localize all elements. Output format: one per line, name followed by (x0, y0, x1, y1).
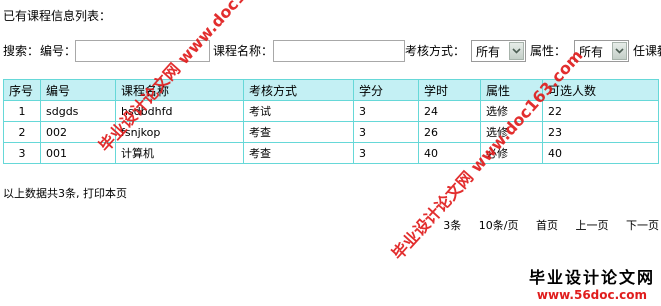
header-hours: 学时 (418, 79, 481, 101)
header-credits: 学分 (353, 79, 419, 101)
header-index: 序号 (3, 79, 41, 101)
watermark-logo-title: 毕业设计论文网 (528, 268, 655, 287)
course-table: 序号 编号 课程名称 考核方式 学分 学时 属性 可选人数 1 sdgds hs… (3, 79, 659, 164)
next-page-link[interactable]: 下一页 (626, 219, 659, 232)
cell-exam-type: 考试 (243, 100, 354, 122)
cell-exam-type: 考查 (243, 121, 354, 143)
cell-index: 2 (3, 121, 41, 143)
summary-text: 以上数据共3条, 打印本页 (3, 187, 127, 200)
page-size: 10条/页 (478, 219, 519, 232)
teacher-label: 任课教 (633, 44, 661, 58)
prev-page-link[interactable]: 上一页 (576, 219, 609, 232)
page-title: 已有课程信息列表： (3, 9, 112, 23)
watermark-logo-url: www.56doc.com (536, 288, 648, 302)
cell-credits: 3 (353, 100, 419, 122)
cell-capacity: 40 (542, 142, 659, 164)
exam-type-select[interactable]: 所有 (471, 40, 526, 62)
cell-hours: 26 (418, 121, 481, 143)
course-name-input[interactable] (273, 40, 405, 62)
code-label: 编号： (40, 44, 77, 58)
chevron-down-icon[interactable] (612, 42, 627, 60)
cell-exam-type: 考查 (243, 142, 354, 164)
cell-credits: 3 (353, 121, 419, 143)
watermark-logo: 毕业设计论文网 www.56doc.com (529, 264, 655, 302)
search-prefix-label: 搜索： (3, 44, 40, 58)
cell-credits: 3 (353, 142, 419, 164)
cell-hours: 24 (418, 100, 481, 122)
cell-code: sdgds (40, 100, 116, 122)
table-row[interactable]: 1 sdgds hsdbdhfd 考试 3 24 选修 22 (3, 100, 659, 122)
first-page-link[interactable]: 首页 (536, 219, 558, 232)
course-name-label: 课程名称： (213, 44, 274, 58)
cell-capacity: 23 (542, 121, 659, 143)
header-exam-type: 考核方式 (243, 79, 354, 101)
cell-capacity: 22 (542, 100, 659, 122)
total-count: 3条 (443, 219, 462, 232)
exam-type-selected-value: 所有 (476, 44, 501, 59)
pagination: 3条 10条/页 首页 上一页 下一页 (443, 217, 659, 233)
cell-index: 1 (3, 100, 41, 122)
chevron-down-icon[interactable] (509, 42, 524, 60)
header-code: 编号 (40, 79, 116, 101)
cell-course-name: 计算机 (115, 142, 244, 164)
exam-type-label: 考核方式： (405, 44, 466, 58)
cell-index: 3 (3, 142, 41, 164)
